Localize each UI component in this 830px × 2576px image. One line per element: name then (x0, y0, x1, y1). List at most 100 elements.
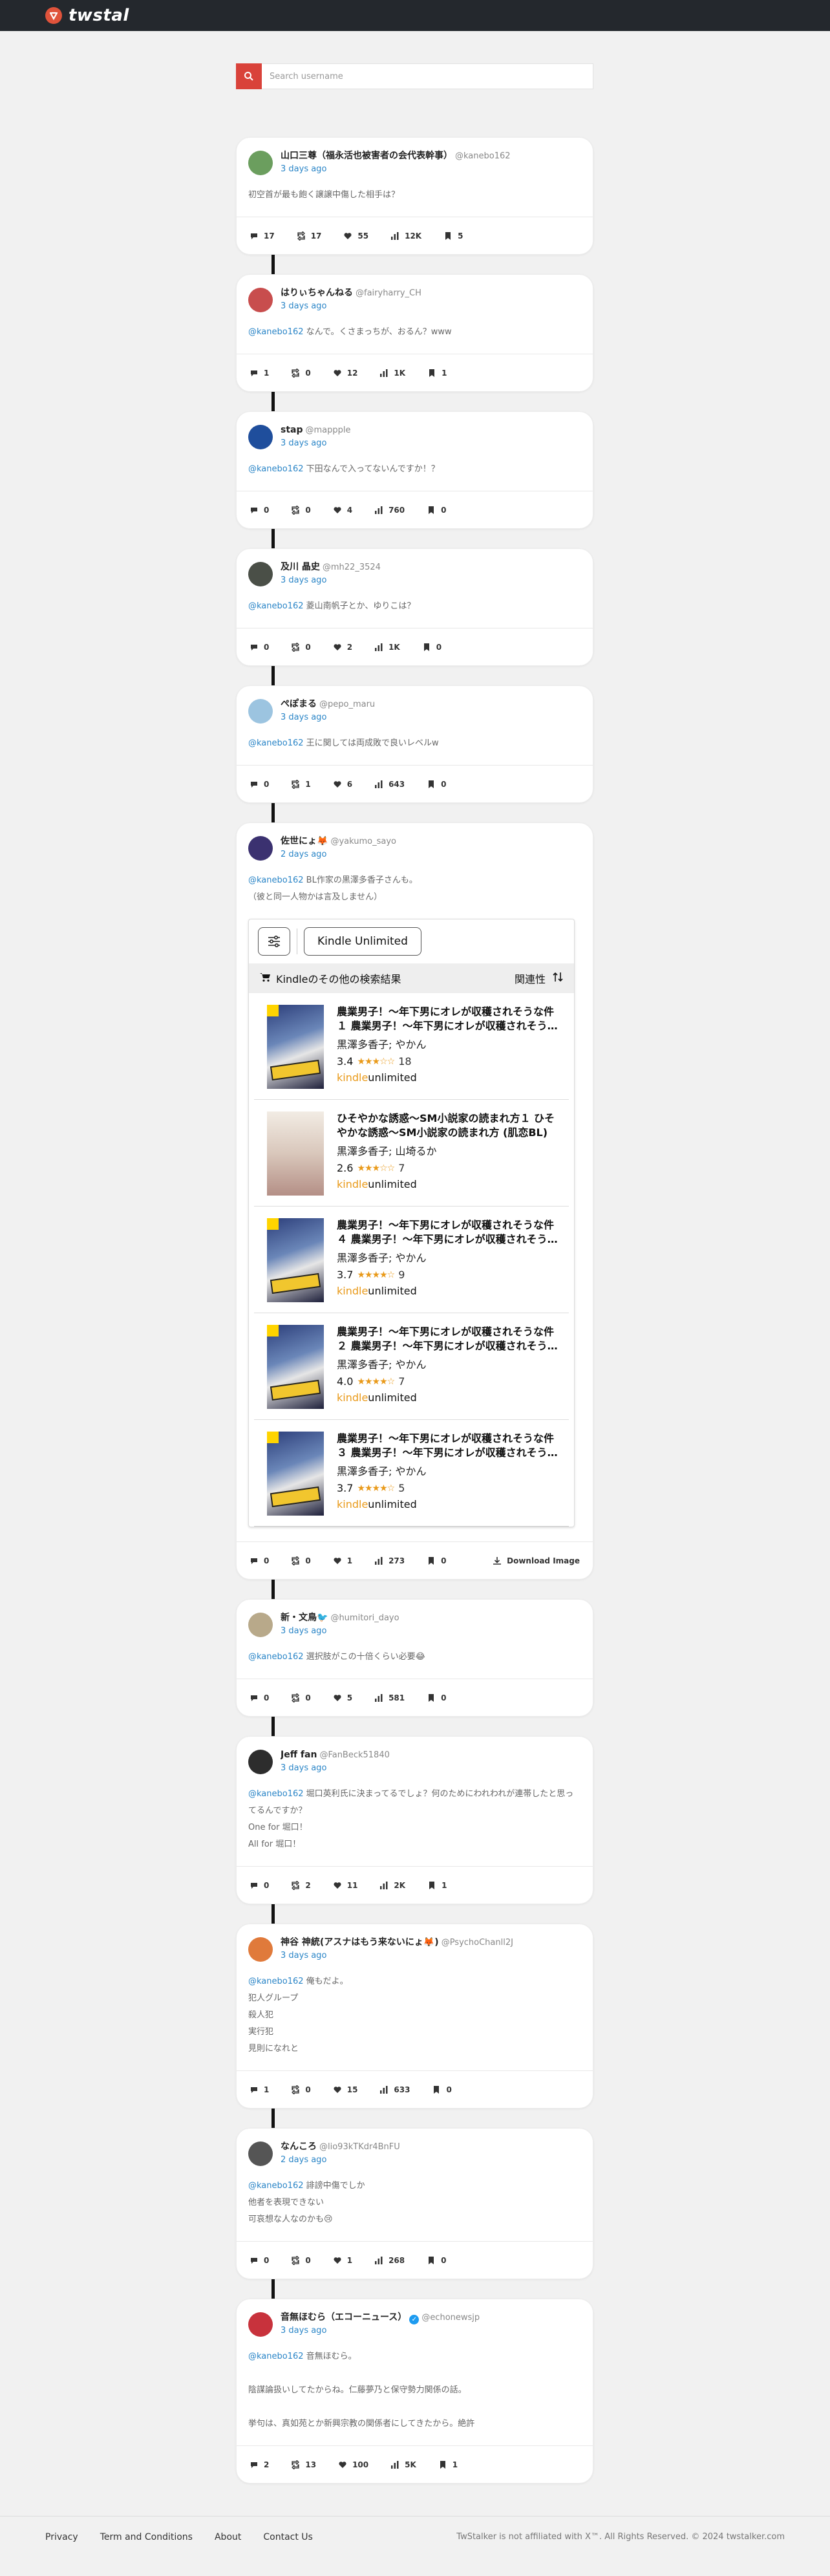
bookmark-count[interactable]: 0 (427, 1693, 447, 1702)
user-handle[interactable]: @echonewsjp (421, 2313, 480, 2323)
download-image-button[interactable]: Download Image (493, 1556, 580, 1565)
site-logo[interactable]: twstal (45, 6, 129, 25)
like-count[interactable]: 55 (343, 231, 368, 241)
mention-link[interactable]: @kanebo162 (248, 2352, 304, 2361)
mention-link[interactable]: @kanebo162 (248, 2181, 304, 2191)
tweet-time[interactable]: 3 days ago (281, 713, 581, 722)
reply-count[interactable]: 0 (250, 780, 269, 789)
view-count[interactable]: 1K (379, 369, 405, 378)
view-count[interactable]: 581 (374, 1693, 405, 1702)
user-name[interactable]: stap (281, 425, 303, 435)
reply-count[interactable]: 0 (250, 1693, 269, 1702)
view-count[interactable]: 633 (379, 2085, 410, 2094)
bookmark-count[interactable]: 5 (443, 231, 463, 241)
mention-link[interactable]: @kanebo162 (248, 1977, 304, 1986)
user-handle[interactable]: @yakumo_sayo (330, 837, 396, 846)
user-name[interactable]: はりぃちゃんねる (281, 288, 353, 298)
user-name[interactable]: 新・文鳥🐦 (281, 1613, 328, 1623)
tweet-time[interactable]: 3 days ago (281, 1951, 581, 1960)
reply-count[interactable]: 0 (250, 643, 269, 652)
view-count[interactable]: 5K (390, 2460, 416, 2469)
tweet-time[interactable]: 3 days ago (281, 301, 581, 311)
tweet-time[interactable]: 2 days ago (281, 2155, 581, 2165)
bookmark-count[interactable]: 0 (427, 1556, 447, 1565)
reply-count[interactable]: 0 (250, 2256, 269, 2265)
search-button[interactable] (236, 63, 262, 89)
avatar[interactable] (248, 151, 273, 175)
retweet-count[interactable]: 17 (297, 231, 321, 241)
tweet-time[interactable]: 3 days ago (281, 575, 581, 585)
tweet-time[interactable]: 3 days ago (281, 164, 581, 174)
reply-count[interactable]: 0 (250, 1556, 269, 1565)
like-count[interactable]: 11 (333, 1881, 357, 1890)
mention-link[interactable]: @kanebo162 (248, 464, 304, 474)
like-count[interactable]: 100 (338, 2460, 368, 2469)
view-count[interactable]: 1K (374, 643, 400, 652)
like-count[interactable]: 6 (333, 780, 352, 789)
user-handle[interactable]: @humitori_dayo (330, 1613, 399, 1623)
user-name[interactable]: 音無ほむら（エコーニュース） (281, 2312, 407, 2323)
avatar[interactable] (248, 1613, 273, 1637)
bookmark-count[interactable]: 0 (427, 780, 447, 789)
mention-link[interactable]: @kanebo162 (248, 738, 304, 748)
view-count[interactable]: 268 (374, 2256, 405, 2265)
user-name[interactable]: 及川 晶史 (281, 562, 320, 572)
avatar[interactable] (248, 1750, 273, 1774)
retweet-count[interactable]: 1 (291, 779, 311, 789)
user-name[interactable]: Jeff fan (281, 1750, 317, 1760)
retweet-count[interactable]: 0 (291, 2255, 311, 2265)
reply-count[interactable]: 0 (250, 1881, 269, 1890)
retweet-count[interactable]: 0 (291, 368, 311, 378)
view-count[interactable]: 2K (379, 1881, 405, 1890)
bookmark-count[interactable]: 0 (432, 2085, 452, 2094)
reply-count[interactable]: 17 (250, 231, 275, 241)
tweet-time[interactable]: 3 days ago (281, 438, 581, 448)
avatar[interactable] (248, 425, 273, 449)
avatar[interactable] (248, 288, 273, 312)
user-handle[interactable]: @fairyharry_CH (356, 288, 421, 298)
view-count[interactable]: 273 (374, 1556, 405, 1565)
mention-link[interactable]: @kanebo162 (248, 327, 304, 337)
footer-link-about[interactable]: About (215, 2532, 241, 2542)
like-count[interactable]: 1 (333, 1556, 352, 1565)
view-count[interactable]: 643 (374, 780, 405, 789)
reply-count[interactable]: 1 (250, 369, 269, 378)
like-count[interactable]: 2 (333, 643, 352, 652)
attached-image[interactable]: Kindle Unlimited Kindleのその他の検索結果 関連性 農業男子！～… (248, 919, 575, 1527)
user-name[interactable]: 佐世にょ🦊 (281, 836, 328, 846)
retweet-count[interactable]: 0 (291, 505, 311, 515)
avatar[interactable] (248, 2312, 273, 2337)
search-input[interactable] (262, 64, 593, 89)
avatar[interactable] (248, 699, 273, 724)
retweet-count[interactable]: 13 (291, 2460, 316, 2469)
view-count[interactable]: 12K (390, 231, 421, 241)
footer-link-terms[interactable]: Term and Conditions (100, 2532, 193, 2542)
avatar[interactable] (248, 2141, 273, 2166)
avatar[interactable] (248, 836, 273, 861)
tweet-time[interactable]: 3 days ago (281, 1626, 581, 1636)
like-count[interactable]: 12 (333, 369, 357, 378)
mention-link[interactable]: @kanebo162 (248, 1652, 304, 1662)
reply-count[interactable]: 0 (250, 506, 269, 515)
reply-count[interactable]: 2 (250, 2460, 269, 2469)
bookmark-count[interactable]: 1 (438, 2460, 458, 2469)
bookmark-count[interactable]: 1 (427, 369, 447, 378)
retweet-count[interactable]: 0 (291, 642, 311, 652)
user-name[interactable]: ぺぽまる (281, 699, 317, 709)
like-count[interactable]: 5 (333, 1693, 352, 1702)
user-handle[interactable]: @mh22_3524 (323, 563, 381, 572)
like-count[interactable]: 4 (333, 506, 352, 515)
bookmark-count[interactable]: 0 (427, 2256, 447, 2265)
bookmark-count[interactable]: 0 (427, 506, 447, 515)
reply-count[interactable]: 1 (250, 2085, 269, 2094)
user-handle[interactable]: @lio93kTKdr4BnFU (319, 2142, 400, 2152)
like-count[interactable]: 1 (333, 2256, 352, 2265)
retweet-count[interactable]: 2 (291, 1880, 311, 1890)
user-name[interactable]: 山口三尊（福永活也被害者の会代表幹事） (281, 151, 452, 161)
user-handle[interactable]: @mappple (306, 425, 351, 435)
tweet-time[interactable]: 2 days ago (281, 850, 581, 859)
retweet-count[interactable]: 0 (291, 1693, 311, 1702)
footer-link-privacy[interactable]: Privacy (45, 2532, 78, 2542)
footer-link-contact[interactable]: Contact Us (263, 2532, 312, 2542)
tweet-time[interactable]: 3 days ago (281, 2326, 581, 2335)
